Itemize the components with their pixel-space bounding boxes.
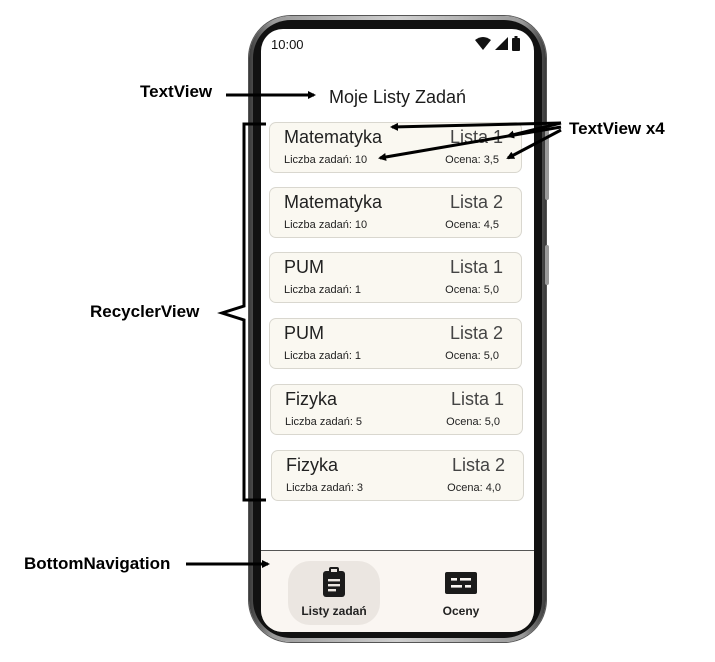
arrow-to-subject bbox=[390, 121, 562, 131]
recyclerview-bracket bbox=[217, 122, 266, 502]
arrow-to-count bbox=[378, 125, 562, 161]
annotation-arrows bbox=[186, 91, 562, 568]
